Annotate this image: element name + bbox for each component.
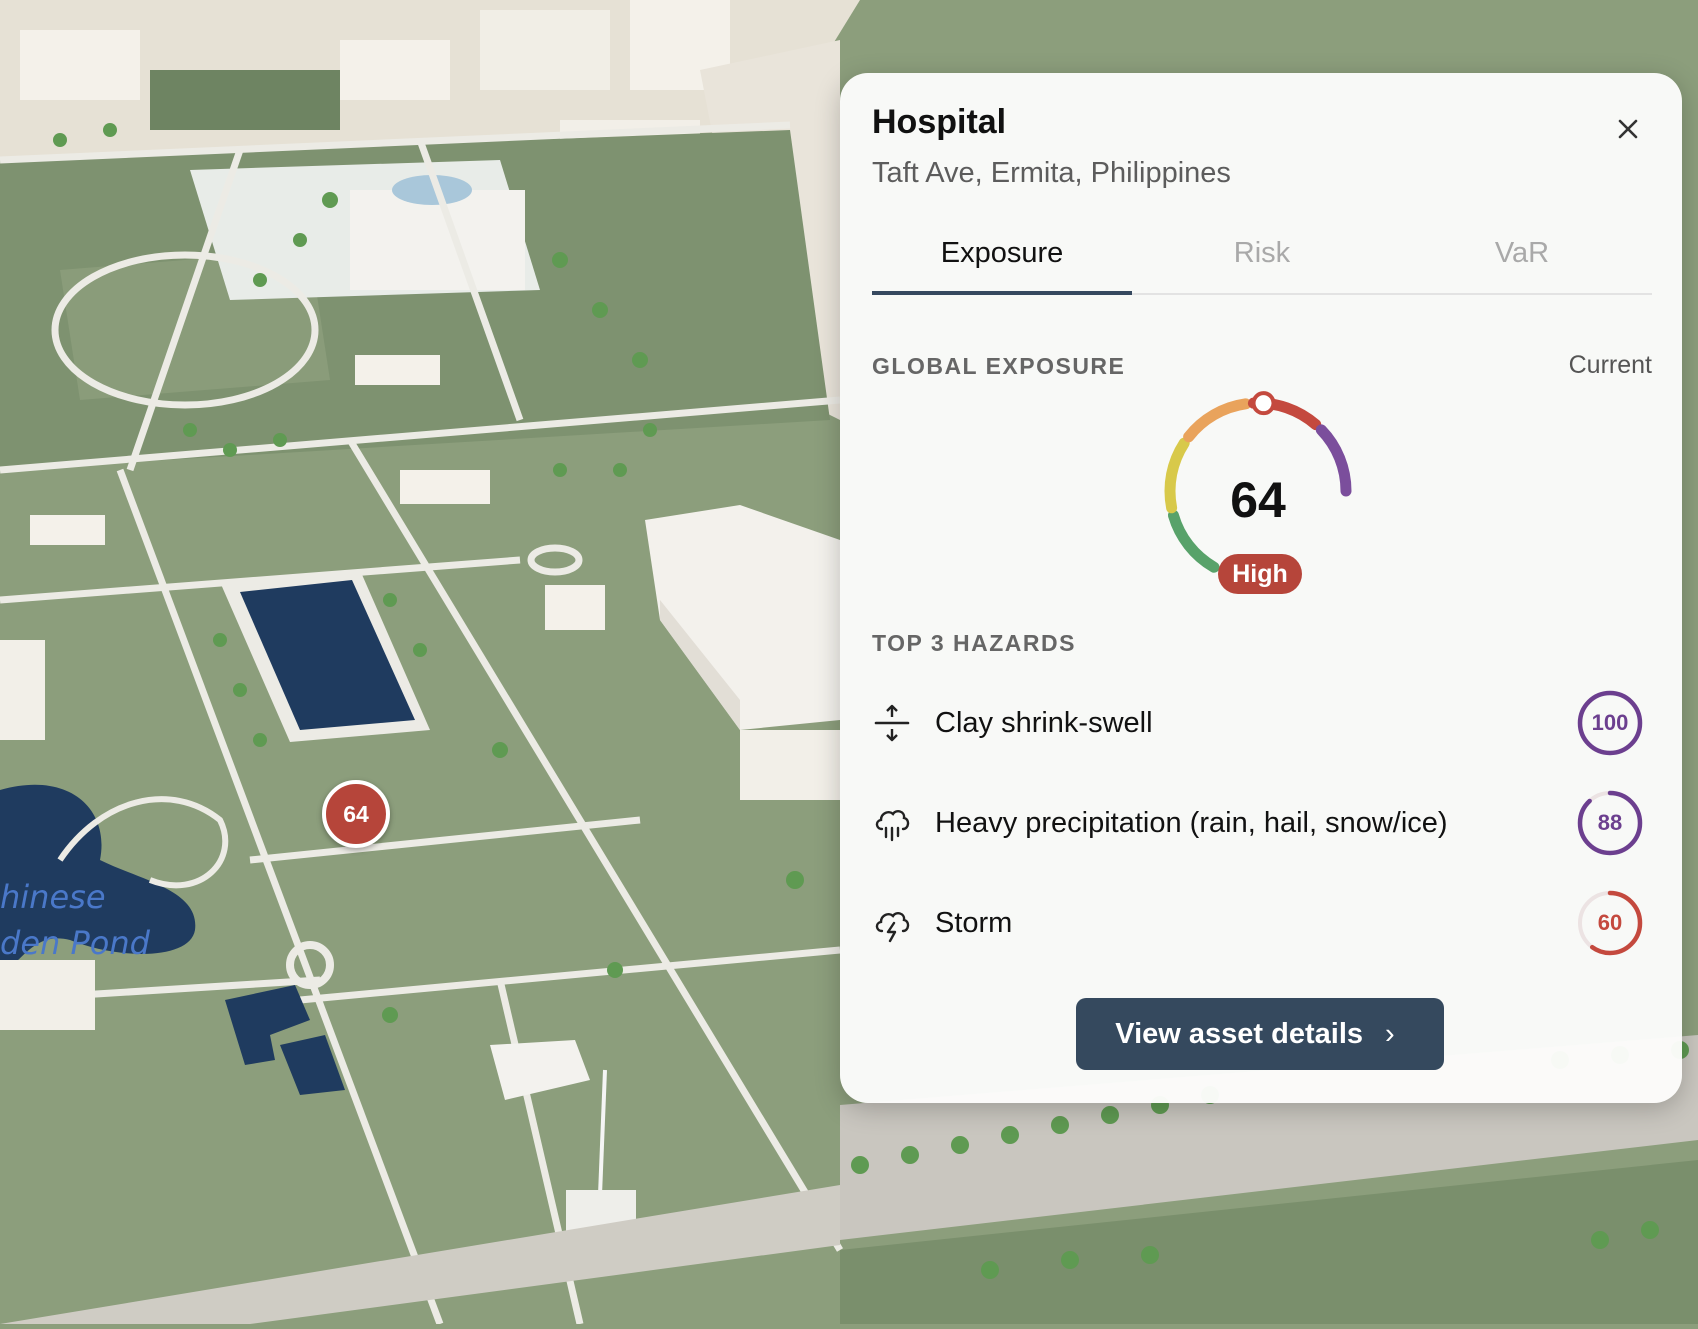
global-exposure-label: GLOBAL EXPOSURE [872,353,1126,379]
clay-shrink-swell-icon [874,704,910,742]
tab-bar: Exposure Risk VaR [872,223,1652,373]
period-selector[interactable]: Current [1560,351,1652,380]
gauge-marker [1251,391,1276,416]
view-asset-details-button[interactable]: View asset details › [1076,998,1444,1070]
asset-panel: Hospital Taft Ave, Ermita, Philippines E… [840,73,1682,1103]
hazard-name: Heavy precipitation (rain, hail, snow/ic… [935,807,1448,839]
storm-icon [875,912,910,943]
hazard-score: 88 [1597,810,1623,835]
tab-var[interactable]: VaR [1392,223,1652,283]
tab-active-indicator [872,291,1132,295]
map-label-pond-line1: hinese [0,878,106,916]
hazard-name: Clay shrink-swell [935,707,1153,739]
chevron-right-icon: › [1385,1017,1395,1050]
hazard-row[interactable]: Storm 60 [872,883,1652,963]
map-label-pond-line2: den Pond [0,924,150,962]
view-asset-details-label: View asset details [1115,1017,1364,1050]
hazard-row[interactable]: Heavy precipitation (rain, hail, snow/ic… [872,783,1652,863]
hazard-row[interactable]: Clay shrink-swell 100 [872,683,1652,763]
gauge-segment [1183,398,1252,443]
gauge-score: 64 [1230,472,1286,528]
hazard-name: Storm [935,907,1013,939]
hazard-score: 60 [1597,910,1623,935]
close-icon[interactable] [1610,111,1646,147]
exposure-level-badge: High [1218,554,1302,594]
top-hazards-label: TOP 3 HAZARDS [872,630,1076,656]
asset-address: Taft Ave, Ermita, Philippines [872,157,1231,189]
asset-marker[interactable]: 64 [322,780,390,848]
asset-title: Hospital [872,103,1007,141]
hazard-score: 100 [1591,710,1629,735]
heavy-rain-icon [875,810,910,842]
tab-risk[interactable]: Risk [1132,223,1392,283]
exposure-gauge: 64 High [1148,381,1368,611]
tab-exposure[interactable]: Exposure [872,223,1132,283]
